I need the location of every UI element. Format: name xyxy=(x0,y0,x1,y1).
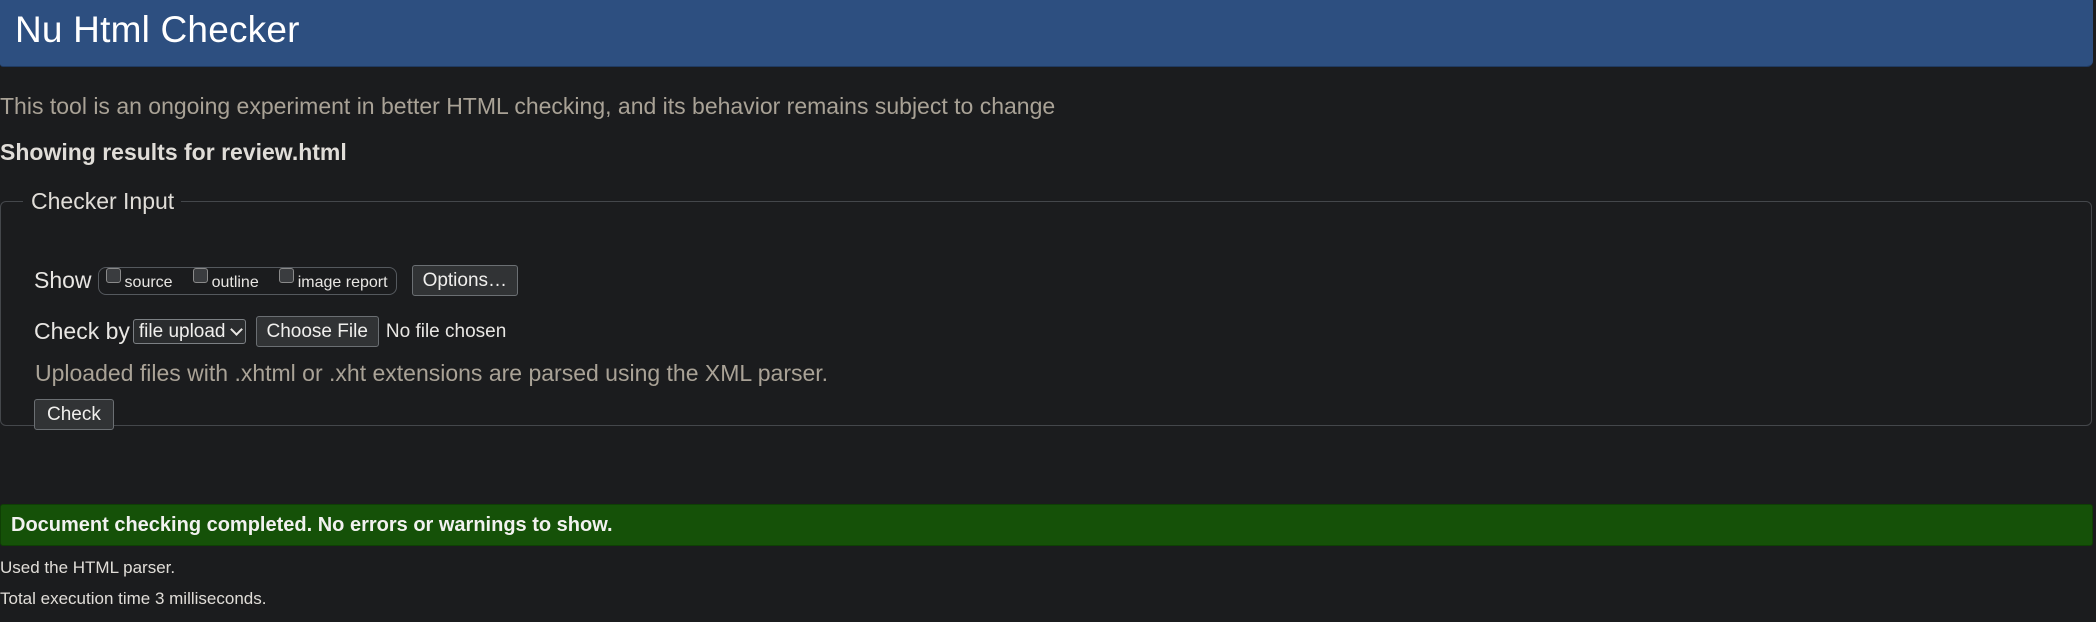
check-by-selected-value[interactable]: file upload xyxy=(139,321,226,343)
show-outline-option[interactable]: outline xyxy=(192,268,259,292)
file-status-text: No file chosen xyxy=(385,320,507,342)
show-outline-checkbox[interactable] xyxy=(192,268,208,283)
show-label: Show xyxy=(34,267,92,293)
show-row: Show source outline image report Options… xyxy=(34,265,519,296)
checker-input-fieldset: Checker Input Show source outline image … xyxy=(0,188,2092,430)
success-banner: Document checking completed. No errors o… xyxy=(0,504,2093,546)
check-by-row: Check by file upload Choose File No file… xyxy=(34,316,506,347)
page-header: Nu Html Checker xyxy=(0,0,2093,67)
chevron-down-icon[interactable] xyxy=(229,322,243,336)
checker-input-legend: Checker Input xyxy=(31,188,175,214)
check-by-select[interactable]: file upload xyxy=(132,319,246,344)
show-source-checkbox[interactable] xyxy=(105,268,121,283)
tagline: This tool is an ongoing experiment in be… xyxy=(0,93,1056,119)
check-button[interactable]: Check xyxy=(34,399,114,430)
show-image-report-label[interactable]: image report xyxy=(298,274,388,292)
show-outline-label[interactable]: outline xyxy=(212,274,259,292)
success-message: Document checking completed. No errors o… xyxy=(11,514,613,536)
execution-time-info: Total execution time 3 milliseconds. xyxy=(0,589,267,608)
show-source-option[interactable]: source xyxy=(105,268,173,292)
parser-info: Used the HTML parser. xyxy=(0,558,176,577)
show-image-report-checkbox[interactable] xyxy=(278,268,294,283)
show-source-label[interactable]: source xyxy=(125,274,173,292)
results-heading: Showing results for review.html xyxy=(0,139,347,165)
options-button[interactable]: Options… xyxy=(411,265,519,296)
show-image-report-option[interactable]: image report xyxy=(278,268,388,292)
check-by-label: Check by xyxy=(34,318,130,344)
choose-file-button[interactable]: Choose File xyxy=(255,316,379,347)
show-options-group: source outline image report xyxy=(97,266,397,295)
xml-parser-note: Uploaded files with .xhtml or .xht exten… xyxy=(35,360,829,386)
page-title: Nu Html Checker xyxy=(15,9,300,50)
